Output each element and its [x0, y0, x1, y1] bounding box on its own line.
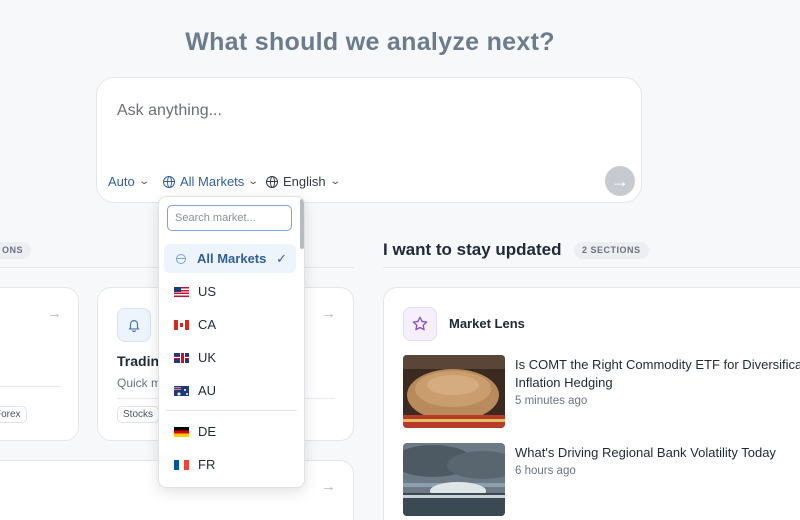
flag-us-icon: [174, 286, 189, 297]
card-title: Market Lens: [449, 316, 525, 331]
arrow-right-icon[interactable]: →: [47, 305, 62, 322]
arrow-right-icon[interactable]: →: [321, 478, 336, 495]
card-divider: [0, 386, 61, 387]
markets-label: All Markets: [180, 174, 245, 189]
mode-selector[interactable]: Auto ⌄: [108, 174, 150, 189]
arrow-right-icon[interactable]: →: [321, 305, 336, 322]
market-lens-card: Market Lens Is COMT the Right Commodity …: [383, 287, 800, 520]
card-subtitle: Quick m: [117, 376, 162, 390]
chevron-down-icon: ⌄: [328, 176, 341, 187]
news-title[interactable]: Is COMT the Right Commodity ETF for Dive…: [515, 356, 800, 392]
chevron-down-icon: ⌄: [138, 176, 150, 187]
chevron-down-icon: ⌄: [247, 176, 260, 187]
markets-selector[interactable]: All Markets ⌄: [163, 174, 260, 189]
markets-dropdown: All Markets ✓ US CA UK AU DE FR: [158, 196, 305, 488]
globe-icon: [163, 175, 175, 188]
news-time: 5 minutes ago: [515, 395, 588, 407]
star-icon: [403, 307, 437, 341]
market-option-us[interactable]: US: [164, 277, 296, 306]
card-title: Tradin: [117, 353, 160, 369]
globe-icon: [176, 253, 186, 264]
language-selector[interactable]: English ⌄: [266, 174, 341, 189]
section-heading: I want to stay updated: [383, 240, 562, 259]
tag: Stocks: [117, 406, 160, 423]
market-option-ca[interactable]: CA: [164, 310, 296, 339]
send-button[interactable]: →: [605, 166, 635, 196]
bell-icon: [117, 308, 151, 342]
news-thumbnail[interactable]: [403, 443, 505, 516]
market-option-fr[interactable]: FR: [164, 450, 296, 479]
dropdown-scrollbar[interactable]: [300, 199, 304, 249]
flag-au-icon: [174, 385, 189, 396]
flag-de-icon: [174, 426, 189, 437]
left-card[interactable]: → Forex: [0, 287, 79, 441]
language-label: English: [283, 174, 326, 189]
market-option-uk[interactable]: UK: [164, 343, 296, 372]
news-thumbnail[interactable]: [403, 355, 505, 428]
check-icon: ✓: [276, 250, 287, 266]
ask-box: Auto ⌄ All Markets ⌄ English ⌄ →: [96, 77, 642, 203]
flag-ca-icon: [174, 319, 189, 330]
flag-fr-icon: [174, 459, 189, 470]
section-count-badge: ONS: [0, 242, 32, 259]
market-option-au[interactable]: AU: [164, 376, 296, 405]
market-option-de[interactable]: DE: [164, 417, 296, 446]
mode-label: Auto: [108, 174, 135, 189]
market-option-all[interactable]: All Markets ✓: [164, 244, 296, 273]
globe-icon: [266, 175, 278, 188]
news-time: 6 hours ago: [515, 465, 576, 477]
market-search-input[interactable]: [167, 205, 292, 231]
flag-uk-icon: [174, 352, 189, 363]
tag: Forex: [0, 406, 27, 423]
section-divider: [383, 267, 800, 268]
ask-input[interactable]: [117, 98, 597, 124]
arrow-right-icon: →: [611, 170, 629, 191]
section-count-badge: 2 SECTIONS: [574, 242, 649, 259]
news-title[interactable]: What's Driving Regional Bank Volatility …: [515, 444, 776, 462]
page-heading: What should we analyze next?: [185, 28, 555, 56]
dropdown-divider: [166, 410, 297, 411]
